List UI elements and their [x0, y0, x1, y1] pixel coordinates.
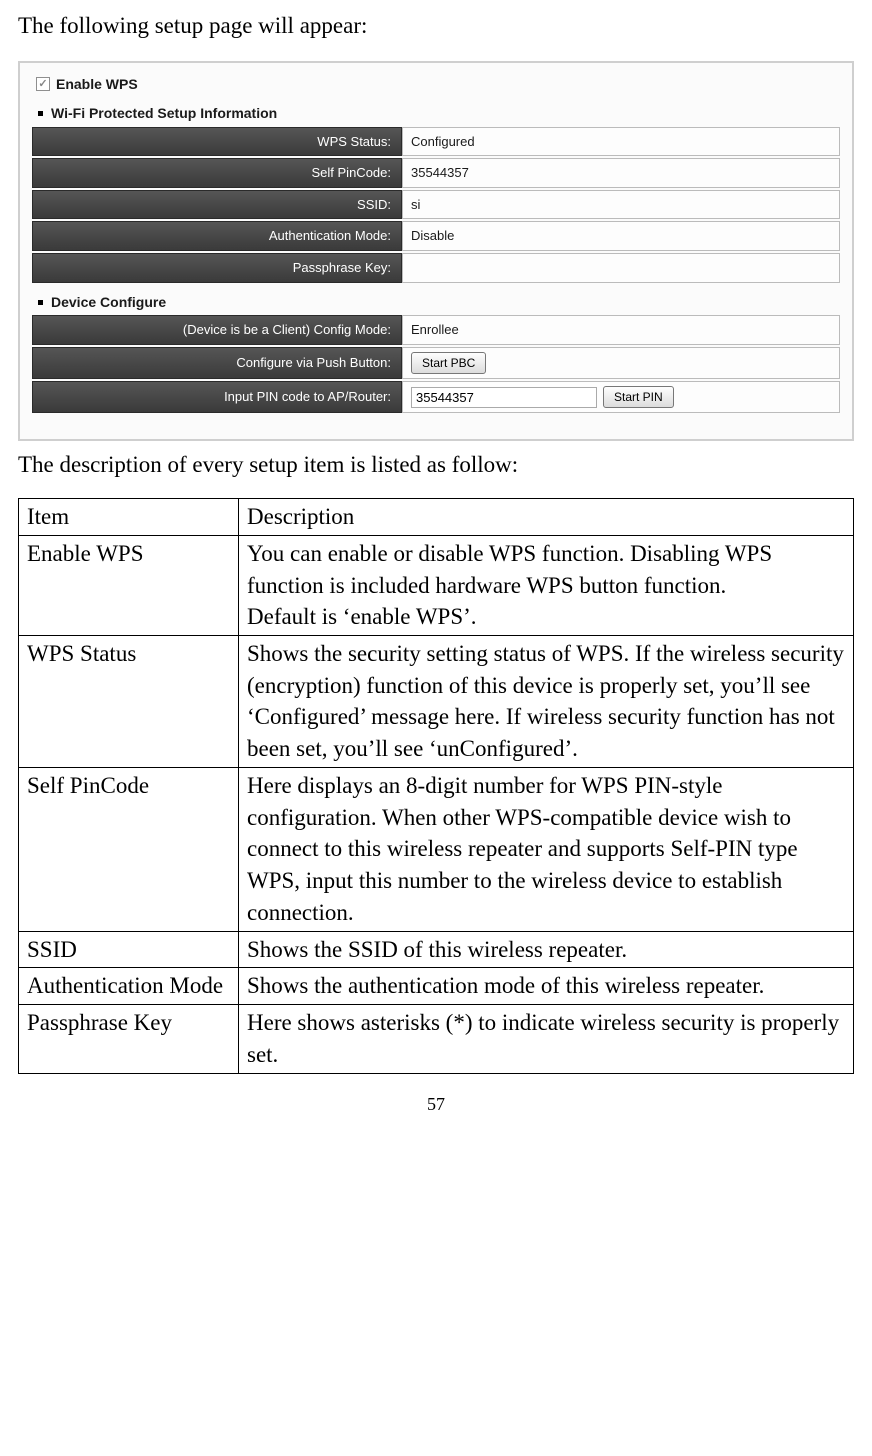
config-mode-value[interactable]: Enrollee — [402, 315, 840, 345]
header-desc: Description — [239, 499, 854, 536]
table-row: WPS Status Shows the security setting st… — [19, 635, 854, 767]
section-title: Wi-Fi Protected Setup Information — [51, 104, 277, 123]
ssid-value: si — [402, 190, 840, 220]
wps-setup-panel: ✓ Enable WPS Wi-Fi Protected Setup Infor… — [18, 61, 854, 441]
table-row: SSID Shows the SSID of this wireless rep… — [19, 931, 854, 968]
push-button-cell: Start PBC — [402, 347, 840, 379]
config-mode-label: (Device is be a Client) Config Mode: — [32, 315, 402, 345]
device-config-form: (Device is be a Client) Config Mode: Enr… — [32, 315, 840, 413]
desc-cell: Shows the SSID of this wireless repeater… — [239, 931, 854, 968]
header-item: Item — [19, 499, 239, 536]
item-cell: WPS Status — [19, 635, 239, 767]
ssid-label: SSID: — [32, 190, 402, 220]
table-row: Self PinCode Here displays an 8-digit nu… — [19, 767, 854, 931]
page-number: 57 — [18, 1092, 854, 1116]
push-button-label: Configure via Push Button: — [32, 347, 402, 379]
table-header-row: Item Description — [19, 499, 854, 536]
wps-info-form: WPS Status: Configured Self PinCode: 355… — [32, 127, 840, 283]
self-pincode-value: 35544357 — [402, 158, 840, 188]
enable-wps-row[interactable]: ✓ Enable WPS — [36, 75, 840, 94]
item-cell: Passphrase Key — [19, 1005, 239, 1073]
auth-mode-value: Disable — [402, 221, 840, 251]
table-row: Enable WPS You can enable or disable WPS… — [19, 535, 854, 635]
pin-input-field[interactable] — [411, 387, 597, 408]
item-cell: Enable WPS — [19, 535, 239, 635]
passphrase-value — [402, 253, 840, 283]
desc-cell: Here displays an 8-digit number for WPS … — [239, 767, 854, 931]
item-cell: Authentication Mode — [19, 968, 239, 1005]
checkbox-icon[interactable]: ✓ — [36, 77, 50, 91]
desc-cell: Here shows asterisks (*) to indicate wir… — [239, 1005, 854, 1073]
description-table: Item Description Enable WPS You can enab… — [18, 498, 854, 1073]
enable-wps-label: Enable WPS — [56, 75, 138, 94]
pin-input-cell: Start PIN — [402, 381, 840, 413]
bullet-icon — [38, 111, 43, 116]
wps-status-value: Configured — [402, 127, 840, 157]
self-pincode-label: Self PinCode: — [32, 158, 402, 188]
pin-input-label: Input PIN code to AP/Router: — [32, 381, 402, 413]
desc-cell: Shows the authentication mode of this wi… — [239, 968, 854, 1005]
description-intro: The description of every setup item is l… — [18, 449, 854, 480]
bullet-icon — [38, 300, 43, 305]
intro-text: The following setup page will appear: — [18, 10, 854, 41]
item-cell: Self PinCode — [19, 767, 239, 931]
passphrase-label: Passphrase Key: — [32, 253, 402, 283]
desc-cell: You can enable or disable WPS function. … — [239, 535, 854, 635]
desc-cell: Shows the security setting status of WPS… — [239, 635, 854, 767]
section-header-wps-info: Wi-Fi Protected Setup Information — [38, 104, 840, 123]
wps-status-label: WPS Status: — [32, 127, 402, 157]
start-pbc-button[interactable]: Start PBC — [411, 352, 486, 374]
section-title: Device Configure — [51, 293, 166, 312]
start-pin-button[interactable]: Start PIN — [603, 386, 674, 408]
item-cell: SSID — [19, 931, 239, 968]
table-row: Authentication Mode Shows the authentica… — [19, 968, 854, 1005]
section-header-device-config: Device Configure — [38, 293, 840, 312]
table-row: Passphrase Key Here shows asterisks (*) … — [19, 1005, 854, 1073]
auth-mode-label: Authentication Mode: — [32, 221, 402, 251]
